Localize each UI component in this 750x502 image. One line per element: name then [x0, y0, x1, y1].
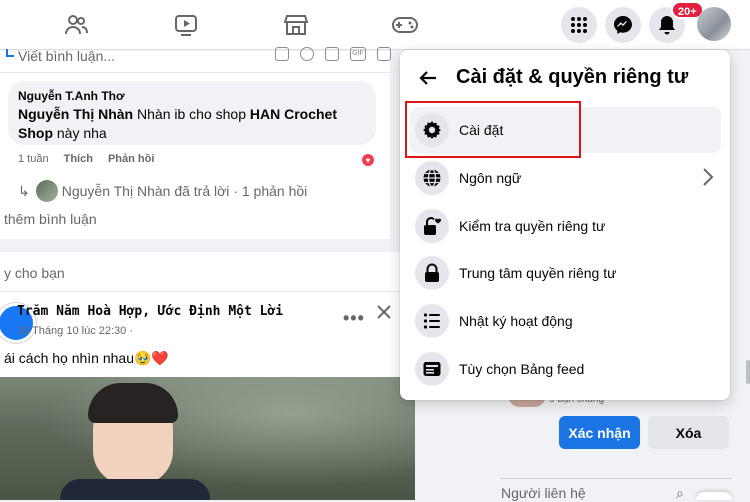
- comment-text: Nguyễn Thị Nhàn Nhàn ib cho shop HAN Cro…: [18, 105, 373, 143]
- photo-hair: [88, 383, 178, 423]
- confirm-friend-button[interactable]: Xác nhận: [559, 416, 640, 449]
- post-page-name[interactable]: Trăm Năm Hoà Hợp, Ước Định Một Lời: [17, 304, 283, 319]
- love-reaction-icon[interactable]: ♥: [360, 152, 376, 168]
- scrollbar[interactable]: [746, 360, 750, 384]
- menu-item-language[interactable]: Ngôn ngữ: [410, 155, 721, 201]
- comment-body: Nhàn ib cho shop: [133, 106, 250, 122]
- comment-reply-link[interactable]: Phản hồi: [108, 153, 154, 165]
- menu-item-label: Ngôn ngữ: [459, 170, 522, 186]
- sticker-icon[interactable]: [377, 47, 391, 61]
- reply-arrow-icon: ↳: [18, 182, 30, 199]
- account-avatar[interactable]: [697, 7, 731, 41]
- post-caption: ái cách họ nhìn nhau🥹❤️: [4, 350, 169, 366]
- comment-tool-icons: GIF: [275, 47, 391, 61]
- menu-item-privacy-center[interactable]: Trung tâm quyền riêng tư: [410, 250, 721, 296]
- back-arrow-icon[interactable]: [418, 68, 438, 93]
- menu-item-privacy-checkup[interactable]: Kiểm tra quyền riêng tư: [410, 203, 721, 249]
- comment-author[interactable]: Nguyễn T.Anh Thơ: [18, 89, 125, 103]
- reply-summary[interactable]: ↳ Nguyễn Thị Nhàn đã trả lời · 1 phản hồ…: [18, 180, 307, 202]
- comment-actions: 1 tuần Thích Phản hồi: [18, 153, 154, 165]
- reply-avatar: [35, 180, 58, 202]
- chevron-right-icon: [701, 166, 715, 193]
- gaming-nav-icon[interactable]: [392, 12, 418, 38]
- reply-summary-text: Nguyễn Thị Nhàn đã trả lời · 1 phản hồi: [61, 183, 308, 199]
- emoji-icon[interactable]: [300, 47, 314, 61]
- video-nav-icon[interactable]: [173, 12, 199, 38]
- photo-suit: [60, 479, 210, 500]
- friends-nav-icon[interactable]: [63, 12, 89, 38]
- delete-request-button[interactable]: Xóa: [648, 416, 729, 449]
- comment-body-2: này nha: [56, 125, 107, 141]
- comment-bubble: Nguyễn T.Anh Thơ Nguyễn Thị Nhàn Nhàn ib…: [8, 81, 376, 145]
- contacts-heading: Người liên hệ: [501, 485, 586, 501]
- comments-card: Viết bình luận... GIF Nguyễn T.Anh Thơ N…: [0, 47, 391, 239]
- suggested-header: y cho bạn: [0, 252, 415, 292]
- menu-item-label: Kiểm tra quyền riêng tư: [459, 218, 606, 234]
- list-icon: [415, 304, 449, 338]
- close-icon[interactable]: [374, 302, 394, 327]
- post-more-icon[interactable]: •••: [343, 308, 365, 329]
- comment-input[interactable]: Viết bình luận...: [18, 48, 115, 64]
- comment-time[interactable]: 1 tuần: [18, 153, 49, 165]
- lock-icon: [415, 256, 449, 290]
- comment-mention[interactable]: Nguyễn Thị Nhàn: [18, 106, 133, 122]
- comment-connector: [6, 49, 14, 57]
- post-photo[interactable]: [0, 377, 415, 500]
- contacts-search-icon[interactable]: ⌕: [676, 485, 684, 502]
- messenger-icon[interactable]: [605, 7, 641, 43]
- camera-icon[interactable]: [325, 47, 339, 61]
- marketplace-nav-icon[interactable]: [283, 12, 309, 38]
- menu-item-label: Tùy chọn Bảng feed: [459, 361, 585, 377]
- menu-item-label: Nhật ký hoạt động: [459, 313, 573, 329]
- new-message-button[interactable]: [696, 492, 732, 500]
- view-more-comments-link[interactable]: thêm bình luận: [4, 211, 97, 227]
- feed-icon: [415, 352, 449, 386]
- menu-title: Cài đặt & quyền riêng tư: [456, 66, 689, 88]
- highlight-annotation-box: [405, 101, 581, 158]
- avatar-sticker-icon[interactable]: [275, 47, 289, 61]
- suggested-label: y cho bạn: [4, 265, 65, 281]
- menu-item-feed-preferences[interactable]: Tùy chọn Bảng feed: [410, 346, 721, 392]
- post-date[interactable]: 18 Tháng 10 lúc 22:30 ·: [17, 325, 133, 337]
- gif-icon[interactable]: GIF: [350, 47, 366, 61]
- menu-item-label: Trung tâm quyền riêng tư: [459, 265, 617, 281]
- globe-icon: [415, 161, 449, 195]
- comment-like-link[interactable]: Thích: [64, 153, 93, 165]
- top-navigation-bar: 20+: [0, 0, 750, 50]
- menu-grid-icon[interactable]: [561, 7, 597, 43]
- lock-heart-icon: [415, 209, 449, 243]
- menu-item-activity-log[interactable]: Nhật ký hoạt động: [410, 298, 721, 344]
